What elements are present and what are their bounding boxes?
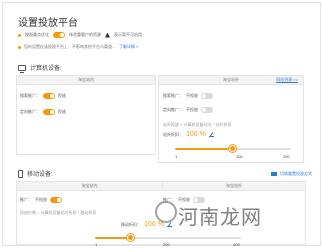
watermark-logo [155,201,177,223]
discount-label: 站外折扣： [163,131,183,137]
row-state: 不投放 [186,107,198,112]
edit-pencil-icon[interactable] [208,132,214,137]
warning-icon [105,32,110,38]
row-label: 搜索推广： [163,93,183,98]
slider-min-label: 1 [95,242,98,247]
slider-min-label: 1 [175,154,178,159]
info-note: 您的设置在该投放平台上…不影响其他平台与渠道… 了解详情 » [18,44,138,50]
discount-value[interactable]: 100 % [186,131,206,138]
offsite-discount-slider[interactable] [175,145,291,152]
slider-mid-label: 100 [236,154,243,159]
monitor-icon [18,64,26,73]
offsite-search-toggle[interactable] [201,93,213,99]
discount-label: 移动折扣： [121,221,141,227]
mobile-onsite-row: 推广： 不投放 [20,197,62,203]
card-header: 淘宝站外 [162,182,305,191]
row-label: 定向推广： [20,109,40,114]
orange-dot-icon [18,45,21,49]
row-state: 投放 [58,93,66,98]
computer-targeting-row: 定向推广： 投放 [20,109,66,115]
mobile-section-heading: 移动设备: [18,169,53,178]
computer-targeting-toggle[interactable] [43,109,55,115]
row-state: 不投放 [186,93,198,98]
card-header: 淘宝站外 网站列表 >> [159,76,303,85]
row-label: 推广： [20,197,32,202]
phone-icon [18,169,23,178]
mobile-discount-slider[interactable] [95,234,241,241]
slider-max-label: 200 [283,154,290,159]
legend-item-2: 体验重客户的资源 [69,32,101,37]
mobile-hint: 投放价格 = 计算机设备站内折扣 * 移动折扣 [20,210,97,215]
offsite-search-row: 搜索推广： 不投放 [163,93,213,99]
page-title: 设置投放平台 [18,18,78,29]
switch-mode-link[interactable]: 切换重置投放方式 [280,171,312,177]
toggle-on-icon [53,32,65,38]
offsite-hint: 站外投放 = 计算机设备站内 * 站外折扣 [163,122,232,127]
mobile-card-headers: 淘宝站内 淘宝站外 [17,182,305,191]
orange-dot-icon [18,33,21,37]
card-header: 淘宝站内 [17,182,162,191]
site-list-link[interactable]: 网站列表 >> [276,77,298,83]
card-header-label: 淘宝站外 [223,77,239,82]
info-note-text: 您的设置在该投放平台上…不影响其他平台与渠道… [24,44,116,49]
card-header: 淘宝站内 [17,76,155,85]
settings-panel: 设置投放平台 按照重点优化 体验重客户的资源 表示暂不可启用 您的设置在该投放平… [2,2,321,247]
row-label: 定向推广： [163,107,183,112]
offsite-targeting-row: 定向推广： 不投放 [163,107,213,113]
mobile-onsite-toggle[interactable] [50,197,62,203]
slider-mid-label: 200 [163,242,170,247]
card-header-label: 淘宝站外 [226,183,242,188]
row-state: 投放 [58,109,66,114]
offsite-discount-row: 站外折扣： 100 % [163,131,214,138]
card-header-label: 淘宝站内 [78,77,94,82]
mobile-switch-link-row: 切换重置投放方式 [271,171,312,177]
computer-search-toggle[interactable] [43,93,55,99]
legend: 按照重点优化 体验重客户的资源 表示暂不可启用 [18,32,142,38]
row-state: 不投放 [35,197,47,202]
computer-section-heading: 计算机设备: [18,63,62,73]
watermark-text: 河南龙网 [178,205,262,229]
computer-onsite-card: 淘宝站内 [16,75,156,155]
computer-search-row: 搜索推广： 投放 [20,93,66,99]
slider-fill [175,148,233,150]
slider-fill [95,237,132,239]
legend-item-1: 按照重点优化 [25,32,49,37]
card-header-label: 淘宝站内 [81,183,98,188]
slider-handle[interactable] [228,145,236,152]
mobile-heading-label: 移动设备: [27,172,53,178]
row-label: 搜索推广： [20,93,40,98]
slider-max-label: 400 [233,242,240,247]
video-icon [271,172,277,176]
legend-item-3: 表示暂不可启用 [114,32,142,37]
computer-heading-label: 计算机设备: [30,66,62,72]
learn-more-link[interactable]: 了解详情 » [119,44,138,50]
offsite-targeting-toggle[interactable] [201,107,213,113]
